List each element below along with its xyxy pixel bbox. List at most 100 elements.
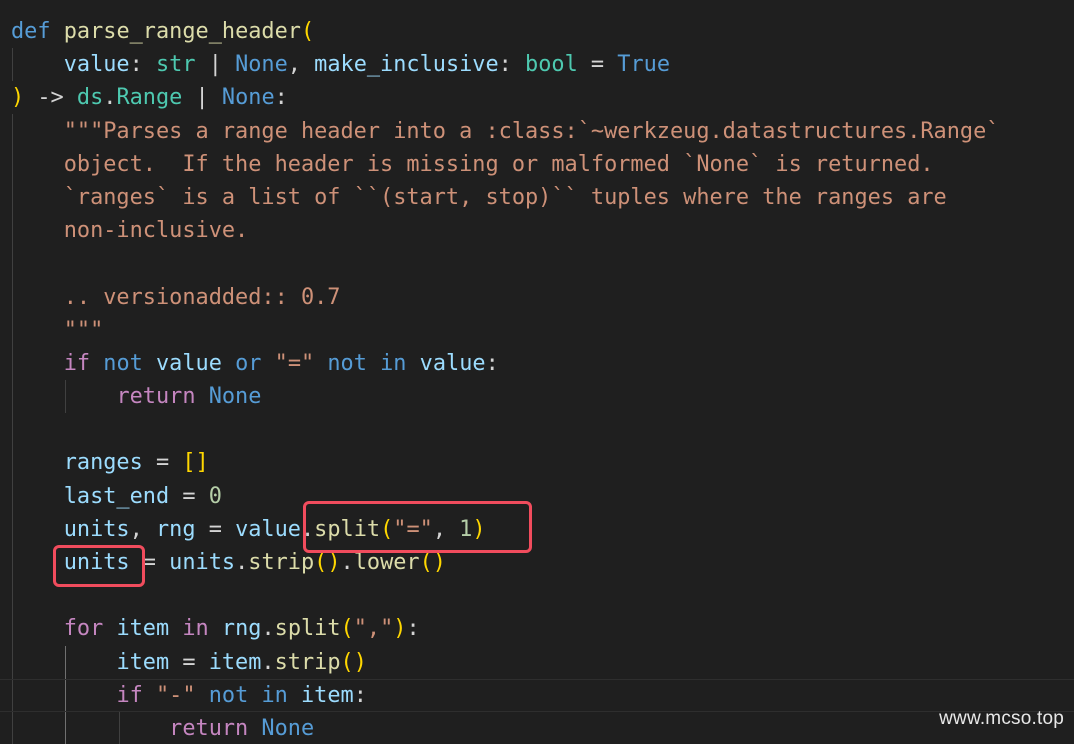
- code-token: for: [63, 616, 104, 642]
- code-line[interactable]: `ranges` is a list of ``(start, stop)`` …: [11, 181, 999, 214]
- code-token: units: [63, 550, 130, 575]
- code-line[interactable]: """: [11, 314, 999, 347]
- code-token: ,: [287, 52, 315, 78]
- code-token: object. If the header is missing or malf…: [63, 151, 934, 177]
- code-token: def: [11, 19, 51, 44]
- code-token: =: [577, 52, 618, 78]
- code-token: "=": [393, 516, 433, 542]
- code-token: return: [169, 715, 249, 741]
- code-token: ,: [432, 516, 460, 542]
- code-line[interactable]: units = units.strip().lower(): [11, 546, 999, 579]
- code-token: True: [617, 52, 671, 78]
- code-line[interactable]: units, rng = value.split("=", 1): [11, 513, 999, 546]
- code-token: item: [208, 649, 262, 675]
- code-line[interactable]: ranges = []: [11, 446, 999, 479]
- code-line[interactable]: object. If the header is missing or malf…: [11, 148, 999, 181]
- code-line[interactable]: [11, 247, 999, 280]
- code-area[interactable]: def parse_range_header( value: str | Non…: [11, 15, 999, 744]
- code-token: split: [314, 516, 381, 542]
- code-token: strip: [274, 649, 341, 675]
- code-token: ): [393, 616, 407, 642]
- code-token: (: [380, 516, 394, 542]
- code-token: rng: [155, 516, 196, 542]
- code-token: "=": [274, 350, 315, 376]
- code-line[interactable]: return None: [11, 712, 999, 744]
- code-token: in: [380, 350, 407, 376]
- code-line[interactable]: """Parses a range header into a :class:`…: [11, 115, 1000, 148]
- code-token: item: [301, 682, 354, 708]
- code-token: .: [261, 649, 275, 675]
- code-token: =: [195, 516, 236, 542]
- code-token: str: [155, 52, 196, 78]
- code-line[interactable]: .. versionadded:: 0.7: [11, 281, 999, 314]
- code-line[interactable]: value: str | None, make_inclusive: bool …: [11, 48, 999, 81]
- code-line[interactable]: [11, 413, 999, 446]
- code-line[interactable]: if "-" not in item:: [11, 679, 999, 712]
- code-token: :: [129, 52, 156, 78]
- code-token: :: [485, 350, 499, 376]
- code-token: not: [327, 350, 367, 376]
- code-token: rng: [221, 616, 262, 642]
- code-token: .: [103, 85, 117, 111]
- code-token: """Parses a range header into a :class:`…: [63, 118, 1000, 144]
- watermark-text: www.mcso.top: [939, 707, 1064, 729]
- code-token: value: [235, 516, 301, 542]
- code-line[interactable]: item = item.strip(): [11, 646, 999, 679]
- code-token: item: [116, 616, 170, 642]
- code-token: split: [274, 616, 341, 642]
- code-token: or: [235, 350, 262, 376]
- code-token: None: [208, 384, 262, 410]
- code-line[interactable]: for item in rng.split(","):: [11, 612, 999, 645]
- code-token: value: [419, 350, 486, 376]
- code-token: in: [261, 682, 288, 708]
- code-token: last_end: [63, 483, 170, 509]
- code-token: (): [314, 550, 341, 575]
- code-token: =: [142, 450, 183, 476]
- code-token: None: [261, 715, 315, 741]
- code-token: .. versionadded:: 0.7: [63, 284, 341, 310]
- code-line[interactable]: if not value or "=" not in value:: [11, 347, 999, 380]
- code-token: units: [63, 516, 130, 542]
- code-token: in: [182, 616, 209, 642]
- code-line[interactable]: def parse_range_header(: [11, 15, 999, 48]
- code-editor[interactable]: def parse_range_header( value: str | Non…: [0, 0, 1074, 744]
- code-token: (: [300, 19, 315, 44]
- code-token: Range: [116, 85, 183, 111]
- code-token: .: [261, 616, 275, 642]
- code-token: (): [419, 550, 446, 575]
- code-token: make_inclusive: [314, 52, 499, 78]
- code-token: units: [169, 550, 236, 575]
- code-token: :: [498, 52, 526, 78]
- code-token: return: [116, 384, 196, 410]
- code-line[interactable]: non-inclusive.: [11, 214, 999, 247]
- code-line[interactable]: return None: [11, 380, 999, 413]
- code-line[interactable]: last_end = 0: [11, 480, 999, 513]
- code-line[interactable]: ) -> ds.Range | None:: [11, 81, 999, 114]
- code-token: item: [116, 649, 170, 675]
- code-token: `ranges` is a list of ``(start, stop)`` …: [63, 184, 947, 210]
- code-line[interactable]: [11, 579, 999, 612]
- code-token: (): [340, 649, 367, 675]
- code-token: |: [195, 52, 236, 78]
- code-token: :: [274, 85, 288, 111]
- code-token: "-": [155, 682, 196, 708]
